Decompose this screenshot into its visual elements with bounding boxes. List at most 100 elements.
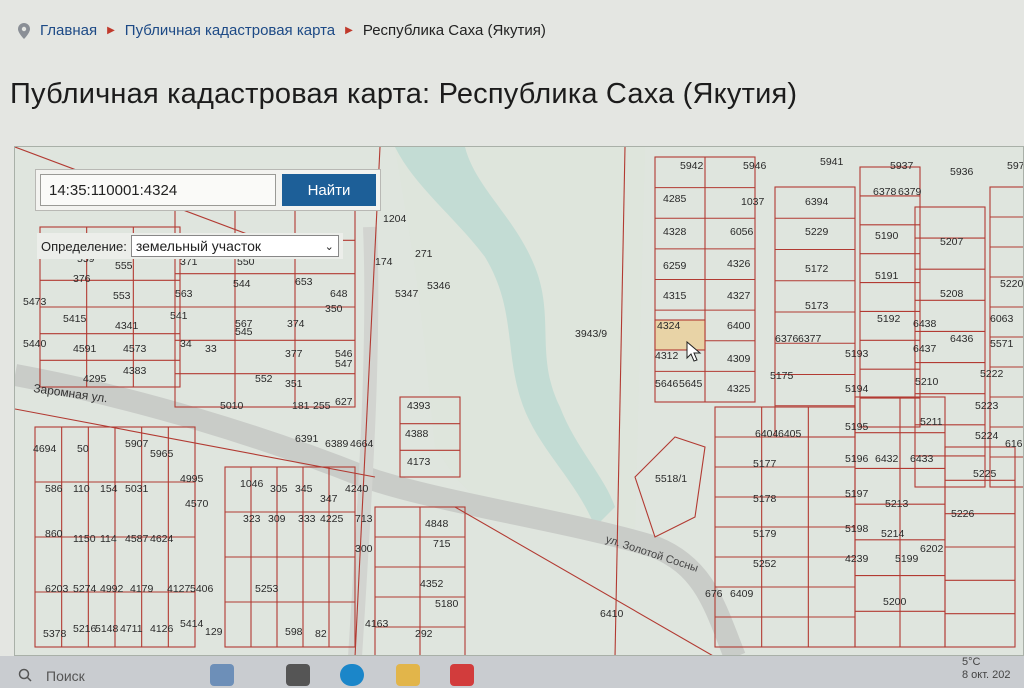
parcel-number-label[interactable]: 5191 [875,270,899,282]
parcel-number-label[interactable]: 4591 [73,343,97,355]
parcel-number-label[interactable]: 305 [270,483,288,495]
parcel-number-label[interactable]: 5907 [125,438,149,450]
parcel-number-label[interactable]: 5220 [1000,278,1024,290]
parcel-number-label[interactable]: 4295 [83,373,107,385]
parcel-number-label[interactable]: 5173 [805,300,829,312]
parcel-number-label[interactable]: 653 [295,276,313,288]
weather-widget[interactable]: 5°C 8 окт. 202 [962,656,1011,682]
parcel-number-label[interactable]: 5198 [845,523,869,535]
parcel-number-label[interactable]: 4326 [727,258,751,270]
parcel-number-label[interactable]: 181 [292,400,310,412]
parcel-number-label[interactable]: 4992 [100,583,124,595]
parcel-number-label[interactable]: 4225 [320,513,344,525]
parcel-number-label[interactable]: 1204 [383,213,407,225]
parcel-number-label[interactable]: 5207 [940,236,964,248]
parcel-number-label[interactable]: 563 [175,288,193,300]
parcel-number-label[interactable]: 1046 [240,478,264,490]
parcel-number-label[interactable]: 5937 [890,160,914,172]
parcel-number-label[interactable]: 5224 [975,430,999,442]
taskbar-search-placeholder[interactable]: Поиск [46,668,85,684]
parcel-number-label[interactable]: 129 [205,626,223,638]
parcel-number-label[interactable]: 6432 [875,453,899,465]
parcel-number-label[interactable]: 4239 [845,553,869,565]
parcel-number-label[interactable]: 6379 [898,186,922,198]
parcel-number-label[interactable]: 5225 [973,468,997,480]
parcel-number-label[interactable]: 5347 [395,288,419,300]
parcel-number-label[interactable]: 6203 [45,583,69,595]
file-explorer-icon[interactable] [286,664,310,686]
parcel-number-label[interactable]: 4240 [345,483,369,495]
parcel-number-label[interactable]: 5031 [125,483,149,495]
parcel-number-label[interactable]: 1037 [741,196,765,208]
parcel-number-label[interactable]: 110 [73,483,90,495]
parcel-number-label[interactable]: 5196 [845,453,869,465]
parcel-number-label[interactable]: 6409 [730,588,754,600]
parcel-number-label[interactable]: 309 [268,513,286,525]
parcel-number-label[interactable]: 4285 [663,193,687,205]
yandex-browser-icon[interactable] [450,664,474,686]
parcel-number-label[interactable]: 4163 [365,618,389,630]
parcel-number-label[interactable]: 4315 [663,290,687,302]
parcel-number-label[interactable]: 5216 [73,623,97,635]
parcel-number-label[interactable]: 5172 [805,263,829,275]
parcel-number-label[interactable]: 4848 [425,518,449,530]
parcel-number-label[interactable]: 4341 [115,320,139,332]
parcel-number-label[interactable]: 5965 [150,448,174,460]
parcel-number-label[interactable]: 5190 [875,230,899,242]
parcel-number-label[interactable]: 5208 [940,288,964,300]
parcel-number-label[interactable]: 627 [335,396,353,408]
parcel-number-label[interactable]: 4995 [180,473,204,485]
parcel-number-label[interactable]: 4383 [123,365,147,377]
parcel-number-label[interactable]: 5199 [895,553,919,565]
parcel-number-label[interactable]: 5274 [73,583,97,595]
widgets-icon[interactable] [210,664,234,686]
parcel-number-label[interactable]: 4309 [727,353,751,365]
parcel-number-label[interactable]: 5180 [435,598,459,610]
parcel-number-label[interactable]: 174 [375,256,393,268]
parcel-number-label[interactable]: 3943/9 [575,328,607,340]
parcel-number-label[interactable]: 5414 [180,618,204,630]
parcel-number-label[interactable]: 553 [113,290,131,302]
parcel-number-label[interactable]: 6167 [1005,438,1024,450]
parcel-number-label[interactable]: 5415 [63,313,87,325]
parcel-number-label[interactable]: 4328 [663,226,687,238]
search-button[interactable]: Найти [282,174,376,206]
parcel-number-label[interactable]: 377 [285,348,303,360]
breadcrumb-section-link[interactable]: Публичная кадастровая карта [125,22,335,39]
parcel-number-label[interactable]: 5646 [655,378,679,390]
parcel-number-label[interactable]: 5406 [190,583,214,595]
parcel-number-label[interactable]: 5229 [805,226,829,238]
parcel-number-label[interactable]: 4312 [655,350,679,362]
parcel-number-label[interactable]: 5346 [427,280,451,292]
parcel-number-label[interactable]: 5936 [950,166,974,178]
parcel-number-label[interactable]: 544 [233,278,251,290]
parcel-number-label[interactable]: 333 [298,513,316,525]
parcel-number-label[interactable]: 5946 [743,160,767,172]
parcel-number-label[interactable]: 5571 [990,338,1014,350]
parcel-number-label[interactable]: 323 [243,513,261,525]
edge-browser-icon[interactable] [340,664,364,686]
parcel-number-label[interactable]: 1150 [73,533,96,545]
parcel-number-label[interactable]: 5211 [920,416,943,428]
parcel-number-label[interactable]: 860 [45,528,63,540]
parcel-number-label[interactable]: 6436 [950,333,974,345]
parcel-number-label[interactable]: 345 [295,483,313,495]
parcel-number-label[interactable]: 255 [313,400,331,412]
parcel-number-label[interactable]: 5010 [220,400,244,412]
parcel-number-label[interactable]: 50 [77,443,89,455]
parcel-number-label[interactable]: 6389 [325,438,349,450]
parcel-number-label[interactable]: 5194 [845,383,869,395]
parcel-number-label[interactable]: 586 [45,483,63,495]
cadastral-map[interactable]: 5942 5946 5941 5937 5936 5974 4285 1037 6394 6378… [14,146,1024,656]
parcel-number-label[interactable]: 300 [355,543,373,555]
parcel-number-label[interactable]: 4127 [167,583,191,595]
map-canvas[interactable]: 5942 5946 5941 5937 5936 5974 4285 1037 6394 6378… [15,147,1024,656]
parcel-number-label[interactable]: 5179 [753,528,777,540]
parcel-number-label[interactable]: 6405 [778,428,802,440]
parcel-number-label[interactable]: 6391 [295,433,319,445]
parcel-number-label[interactable]: 6063 [990,313,1014,325]
parcel-number-label[interactable]: 552 [255,373,273,385]
folder-icon[interactable] [396,664,420,686]
parcel-number-label[interactable]: 5192 [877,313,901,325]
parcel-number-label[interactable]: 351 [285,378,303,390]
